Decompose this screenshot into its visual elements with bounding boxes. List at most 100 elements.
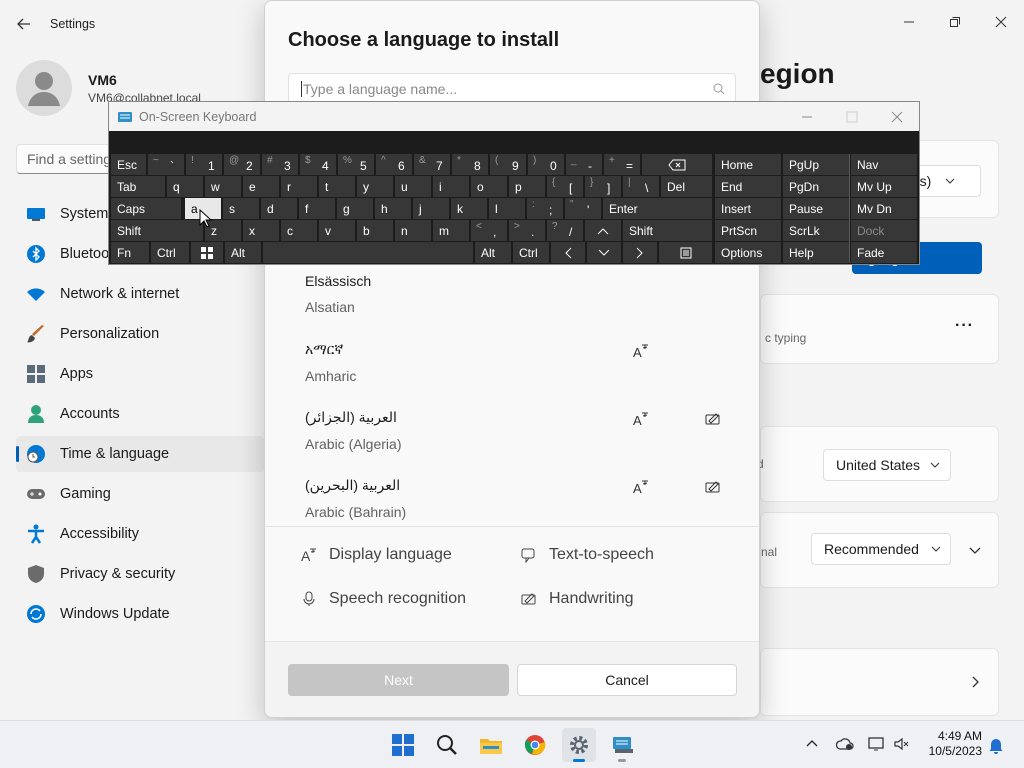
key-tab[interactable]: Tab bbox=[111, 176, 165, 197]
key-bracket-0[interactable]: {[ bbox=[547, 176, 583, 197]
sidebar-item-gaming[interactable]: Gaming bbox=[16, 476, 264, 512]
key-arrow-right[interactable] bbox=[623, 242, 657, 263]
key-y[interactable]: y bbox=[357, 176, 393, 197]
key-mvup[interactable]: Mv Up bbox=[851, 176, 917, 197]
key-backspace[interactable] bbox=[642, 154, 712, 175]
next-button[interactable]: Next bbox=[288, 664, 509, 696]
sidebar-item-accessibility[interactable]: Accessibility bbox=[16, 516, 264, 552]
key-end[interactable]: End bbox=[715, 176, 781, 197]
file-explorer-icon[interactable] bbox=[474, 728, 508, 762]
key-menu[interactable] bbox=[659, 242, 712, 263]
notification-bell-icon[interactable] bbox=[988, 736, 1004, 754]
key-w[interactable]: w bbox=[205, 176, 241, 197]
key-space[interactable] bbox=[263, 242, 473, 263]
language-list-item[interactable]: አማርኛ Amharic A bbox=[305, 341, 725, 403]
related-setting-card[interactable] bbox=[760, 648, 999, 716]
key-b[interactable]: b bbox=[357, 220, 393, 241]
key-punct-0[interactable]: <, bbox=[471, 220, 507, 241]
key-ctrl-left[interactable]: Ctrl bbox=[151, 242, 189, 263]
search-icon[interactable] bbox=[430, 728, 464, 762]
osk-app-icon[interactable] bbox=[606, 728, 640, 762]
key-mvdn[interactable]: Mv Dn bbox=[851, 198, 917, 219]
network-icon[interactable] bbox=[868, 736, 886, 752]
key-o[interactable]: o bbox=[471, 176, 507, 197]
key-pgdn[interactable]: PgDn bbox=[783, 176, 849, 197]
key-arrow-up[interactable] bbox=[585, 220, 621, 241]
volume-muted-icon[interactable] bbox=[893, 736, 911, 752]
key-c[interactable]: c bbox=[281, 220, 317, 241]
key-caps[interactable]: Caps bbox=[111, 198, 181, 219]
key-arrow-left[interactable] bbox=[551, 242, 585, 263]
key-quote-1[interactable]: " ' bbox=[565, 198, 601, 219]
sidebar-item-accounts[interactable]: Accounts bbox=[16, 396, 264, 432]
chrome-icon[interactable] bbox=[518, 728, 552, 762]
key-number-6[interactable]: ^ 6 bbox=[376, 154, 412, 175]
key-r[interactable]: r bbox=[281, 176, 317, 197]
sidebar-item-personalization[interactable]: Personalization bbox=[16, 316, 264, 352]
key-enter[interactable]: Enter bbox=[603, 198, 712, 219]
key-number-7[interactable]: & 7 bbox=[414, 154, 450, 175]
key-k[interactable]: k bbox=[451, 198, 487, 219]
sidebar-item-time-language[interactable]: Time & language bbox=[16, 436, 264, 472]
key-d[interactable]: d bbox=[261, 198, 297, 219]
key-fn[interactable]: Fn bbox=[111, 242, 149, 263]
key-f[interactable]: f bbox=[299, 198, 335, 219]
sidebar-item-network-internet[interactable]: Network & internet bbox=[16, 276, 264, 312]
key-number-0[interactable]: ~ ` bbox=[148, 154, 184, 175]
minimize-button[interactable] bbox=[886, 6, 932, 38]
key-options[interactable]: Options bbox=[715, 242, 781, 263]
windows-start-icon[interactable] bbox=[386, 728, 420, 762]
key-v[interactable]: v bbox=[319, 220, 355, 241]
system-clock[interactable]: 4:49 AM 10/5/2023 bbox=[922, 729, 982, 759]
sidebar-item-windows-update[interactable]: Windows Update bbox=[16, 596, 264, 632]
key-bracket-2[interactable]: | \ bbox=[623, 176, 659, 197]
key-bracket-1[interactable]: }] bbox=[585, 176, 621, 197]
key-number-12[interactable]: + = bbox=[604, 154, 640, 175]
settings-icon[interactable] bbox=[562, 728, 596, 762]
key-help[interactable]: Help bbox=[783, 242, 849, 263]
language-list-item[interactable]: Elsässisch Alsatian bbox=[305, 273, 725, 335]
chevron-up-icon[interactable] bbox=[806, 738, 818, 750]
sidebar-item-apps[interactable]: Apps bbox=[16, 356, 264, 392]
key-windows[interactable] bbox=[191, 242, 223, 263]
onedrive-icon[interactable] bbox=[836, 736, 854, 752]
key-quote-0[interactable]: :; bbox=[527, 198, 563, 219]
key-scrlk[interactable]: ScrLk bbox=[783, 220, 849, 241]
key-arrow-down[interactable] bbox=[587, 242, 621, 263]
key-l[interactable]: l bbox=[489, 198, 525, 219]
key-q[interactable]: q bbox=[167, 176, 203, 197]
key-h[interactable]: h bbox=[375, 198, 411, 219]
key-number-9[interactable]: (9 bbox=[490, 154, 526, 175]
key-dock[interactable]: Dock bbox=[851, 220, 917, 241]
cancel-button[interactable]: Cancel bbox=[517, 664, 737, 696]
key-ctrl-right[interactable]: Ctrl bbox=[513, 242, 549, 263]
key-i[interactable]: i bbox=[433, 176, 469, 197]
key-j[interactable]: j bbox=[413, 198, 449, 219]
key-alt-left[interactable]: Alt bbox=[225, 242, 261, 263]
key-esc[interactable]: Esc bbox=[111, 154, 146, 175]
key-insert[interactable]: Insert bbox=[715, 198, 781, 219]
key-p[interactable]: p bbox=[509, 176, 545, 197]
key-m[interactable]: m bbox=[433, 220, 469, 241]
key-t[interactable]: t bbox=[319, 176, 355, 197]
key-number-5[interactable]: % 5 bbox=[338, 154, 374, 175]
regional-format-dropdown[interactable]: Recommended bbox=[811, 533, 951, 565]
key-s[interactable]: s bbox=[223, 198, 259, 219]
key-punct-2[interactable]: ? / bbox=[547, 220, 583, 241]
key-alt-right[interactable]: Alt bbox=[475, 242, 511, 263]
key-shift-right[interactable]: Shift bbox=[623, 220, 712, 241]
key-n[interactable]: n bbox=[395, 220, 431, 241]
expand-chevron-icon[interactable] bbox=[969, 544, 981, 556]
key-number-11[interactable]: _ - bbox=[566, 154, 602, 175]
key-prtscn[interactable]: PrtScn bbox=[715, 220, 781, 241]
key-punct-1[interactable]: >. bbox=[509, 220, 545, 241]
sidebar-item-privacy-security[interactable]: Privacy & security bbox=[16, 556, 264, 592]
key-number-3[interactable]: #3 bbox=[262, 154, 298, 175]
more-options-icon[interactable]: ··· bbox=[955, 317, 974, 335]
language-list-item[interactable]: العربية (البحرين) Arabic (Bahrain) A bbox=[305, 477, 725, 539]
key-number-1[interactable]: ! 1 bbox=[186, 154, 222, 175]
key-pause[interactable]: Pause bbox=[783, 198, 849, 219]
key-number-4[interactable]: $4 bbox=[300, 154, 336, 175]
country-dropdown[interactable]: United States bbox=[823, 449, 951, 481]
back-arrow-icon[interactable] bbox=[14, 14, 34, 34]
